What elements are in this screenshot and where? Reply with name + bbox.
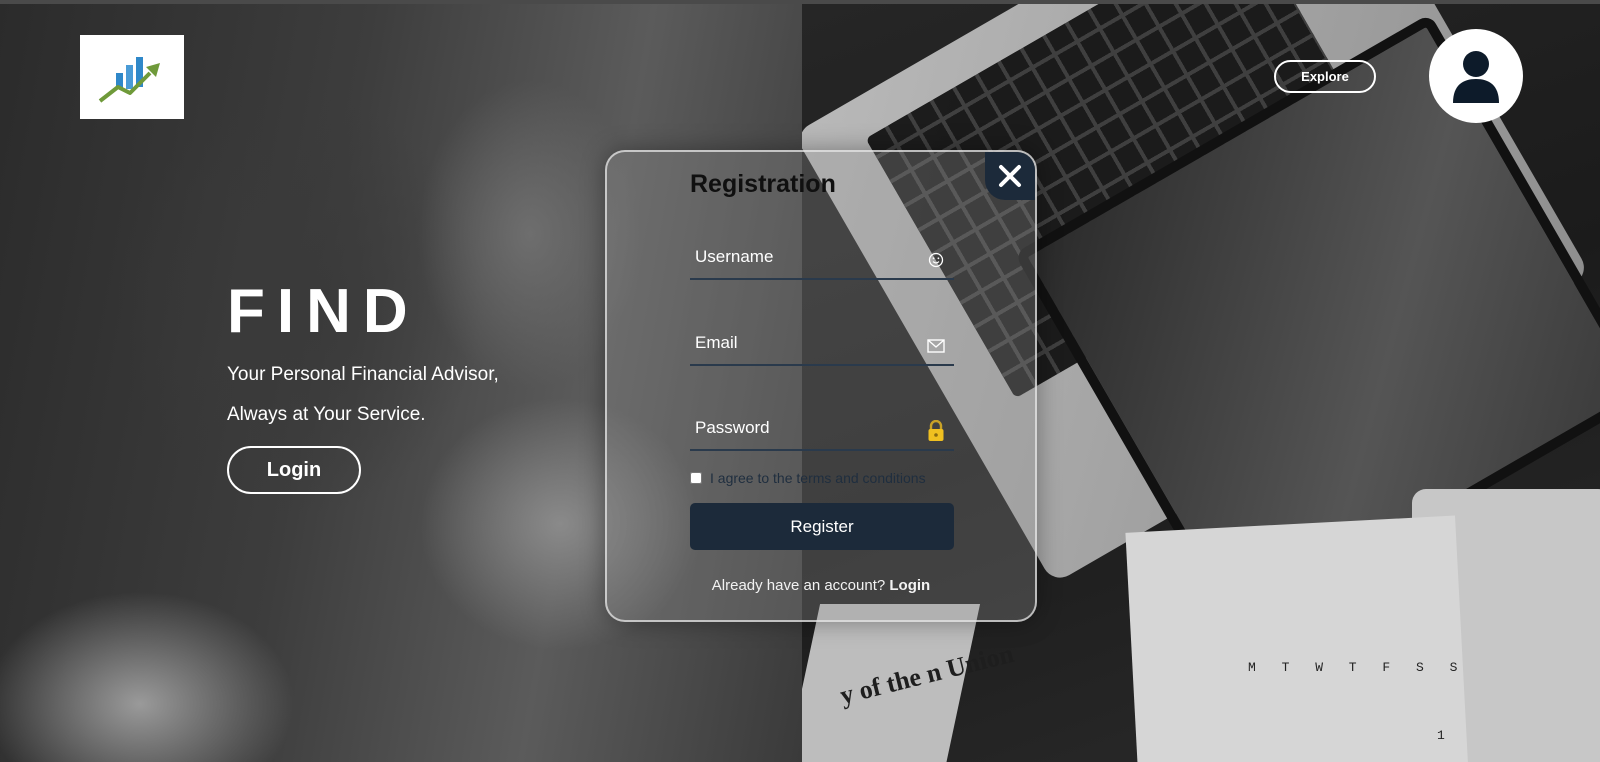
login-link[interactable]: Login [889,577,930,594]
envelope-icon [926,336,946,356]
terms-label[interactable]: I agree to the terms and conditions [710,470,926,486]
username-field-wrapper [690,236,954,280]
username-input[interactable] [690,236,920,278]
already-account-row: Already have an account? Login [607,577,1035,594]
hero-subtitle-line1: Your Personal Financial Advisor, [227,364,499,385]
terms-checkbox[interactable] [690,472,702,484]
modal-title: Registration [690,170,836,198]
already-account-text: Already have an account? [711,577,890,594]
password-field-wrapper [690,407,954,451]
hero-login-button[interactable]: Login [227,446,361,494]
registration-modal: Registration Username Email I agree to t… [605,150,1037,622]
hero-subtitle-line2: Always at Your Service. [227,404,426,425]
register-button[interactable]: Register [690,503,954,550]
growth-chart-logo-icon [98,57,160,103]
user-avatar[interactable] [1429,29,1523,123]
calendar-weekdays: M T W T F S S [1248,660,1467,675]
close-icon [999,165,1021,187]
explore-button[interactable]: Explore [1274,60,1376,93]
password-input[interactable] [690,407,920,449]
calendar-paper-image [1125,515,1469,762]
smiley-icon [926,250,946,270]
terms-row: I agree to the terms and conditions [690,470,954,486]
hero-title: FIND [227,277,420,346]
modal-close-button[interactable] [985,152,1035,200]
logo[interactable] [80,35,184,119]
user-icon [1453,51,1499,103]
lock-icon [926,420,946,441]
email-field-wrapper [690,322,954,366]
calendar-number: 1 [1437,728,1445,743]
email-input[interactable] [690,322,920,364]
